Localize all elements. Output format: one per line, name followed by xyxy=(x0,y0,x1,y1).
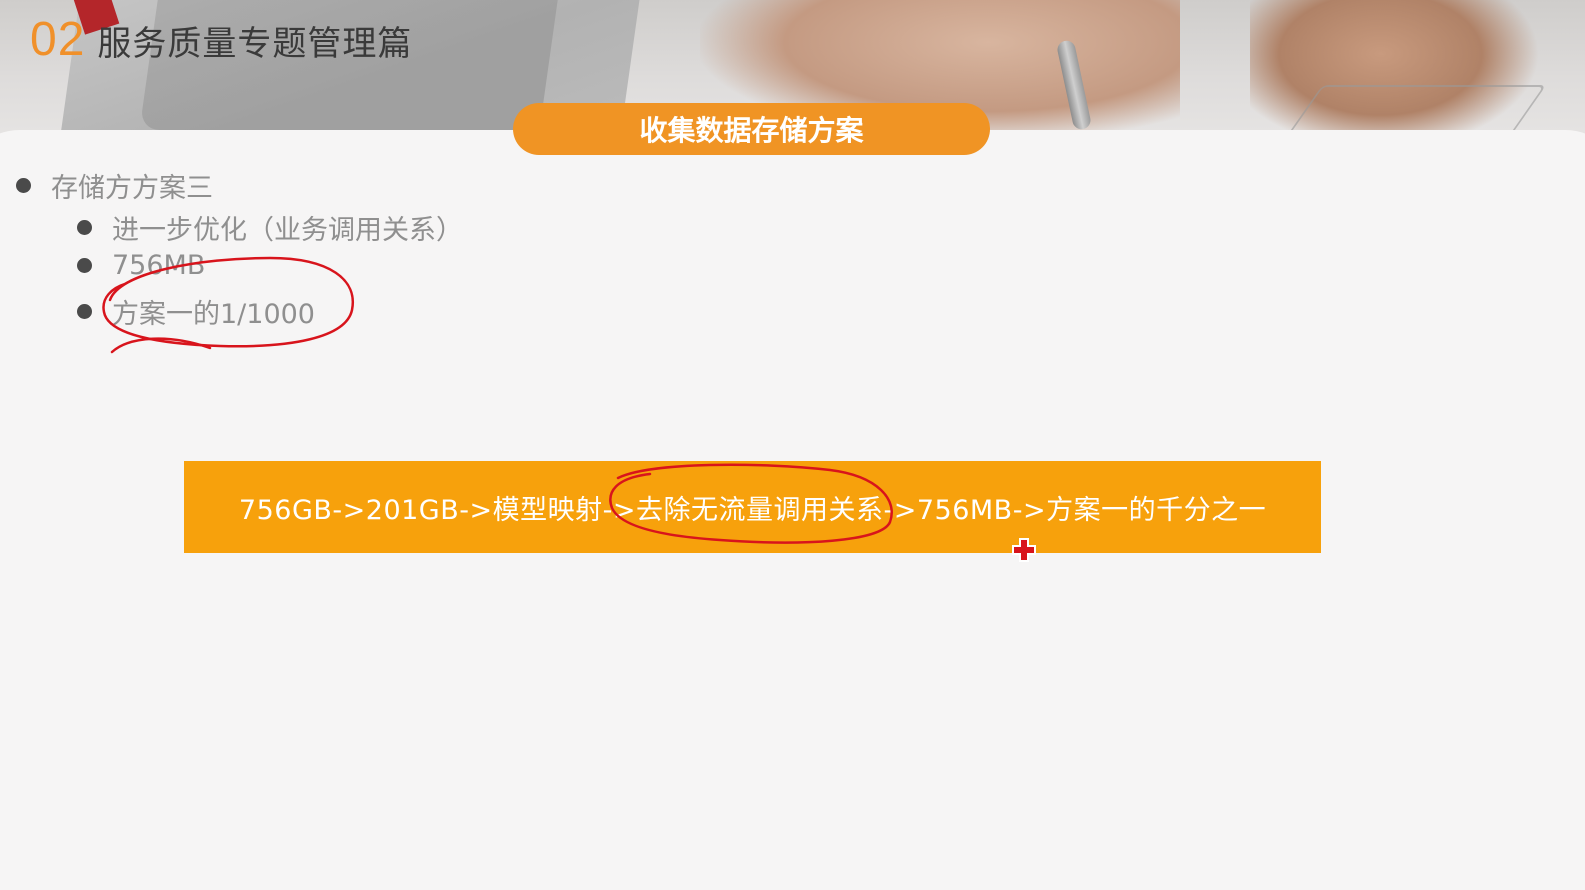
annotation-circle xyxy=(102,256,355,348)
annotation-circle xyxy=(609,463,893,544)
red-cross-cursor-icon xyxy=(1012,538,1036,562)
pen-annotations xyxy=(102,256,893,544)
